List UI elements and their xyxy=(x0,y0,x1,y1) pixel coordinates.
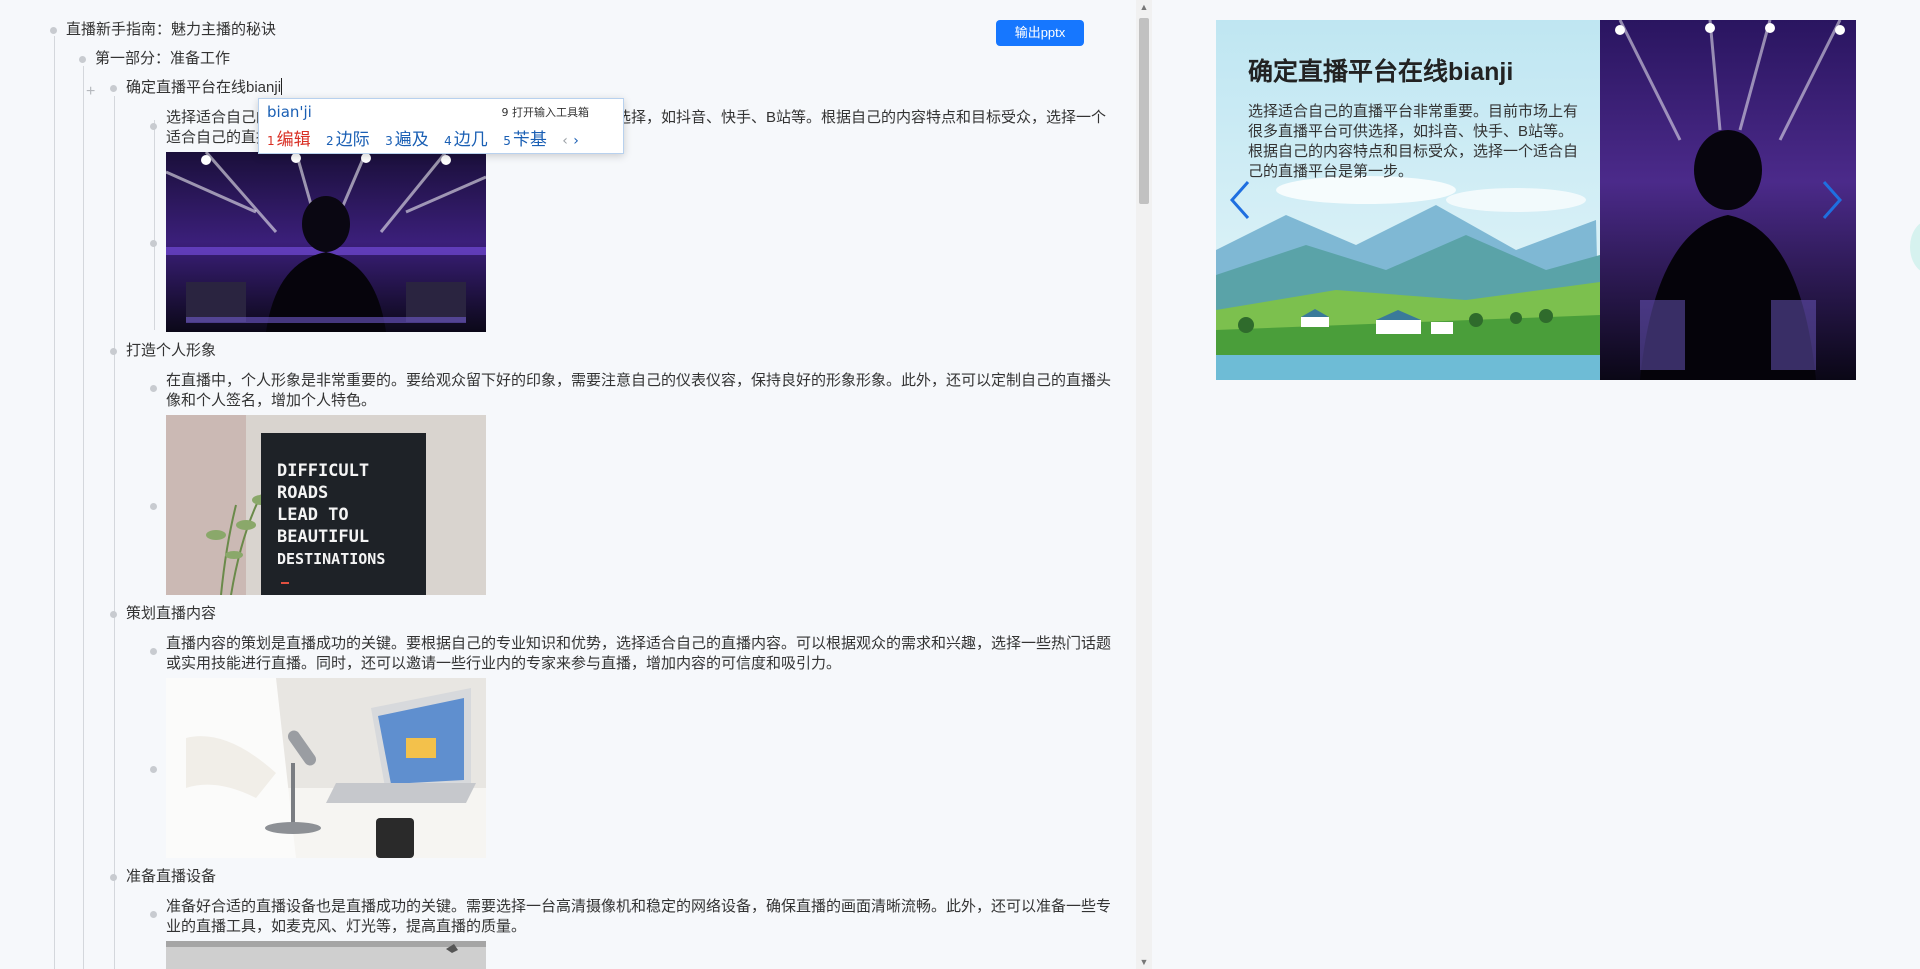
ime-candidate[interactable]: 4 边几 xyxy=(444,130,488,150)
letterboard-line: DIFFICULT xyxy=(277,461,369,481)
ime-candidate-list: 1 编辑 2 边际 3 遍及 4 边几 5 苄基 ‹ › xyxy=(267,125,579,150)
node-bullet[interactable] xyxy=(79,56,86,63)
node-bullet[interactable] xyxy=(110,611,117,618)
slide-preview[interactable]: 确定直播平台在线bianji 选择适合自己的直播平台非常重要。目前市场上有很多直… xyxy=(1216,20,1856,380)
slide-title: 确定直播平台在线bianji xyxy=(1248,58,1514,86)
node-paragraph[interactable]: 在直播中，个人形象是非常重要的。要给观众留下好的印象，需要注意自己的仪表仪容，保… xyxy=(166,371,1111,411)
node-bullet[interactable] xyxy=(110,348,117,355)
equipment-image[interactable] xyxy=(166,941,486,969)
node-title[interactable]: 打造个人形象 xyxy=(126,341,216,361)
scroll-down-icon[interactable]: ▼ xyxy=(1136,957,1152,967)
letterboard-line: LEAD TO xyxy=(277,505,349,525)
node-bullet[interactable] xyxy=(150,385,157,392)
ime-toolbox-option[interactable]: 9 打开输入工具箱 xyxy=(502,104,590,120)
scrollbar-thumb[interactable] xyxy=(1139,18,1149,204)
letterboard-line: DESTINATIONS xyxy=(277,550,385,568)
ime-candidate[interactable]: 5 苄基 xyxy=(503,130,547,150)
text-caret xyxy=(281,78,283,95)
node-bullet[interactable] xyxy=(150,911,157,918)
floating-assistant-icon[interactable] xyxy=(1910,220,1920,274)
letterboard-line: BEAUTIFUL xyxy=(277,527,369,547)
root-node-title[interactable]: 直播新手指南：魅力主播的秘诀 xyxy=(66,20,276,40)
letterboard-line: ROADS xyxy=(277,483,328,503)
node-bullet[interactable] xyxy=(50,27,57,34)
node-paragraph[interactable]: 直播内容的策划是直播成功的关键。要根据自己的专业知识和优势，选择适合自己的直播内… xyxy=(166,634,1111,674)
slide-prev-arrow-icon[interactable] xyxy=(1220,180,1260,220)
node-title[interactable]: 策划直播内容 xyxy=(126,604,216,624)
node-title-text[interactable]: 确定直播平台在线bianji xyxy=(126,79,281,96)
ime-candidate[interactable]: 2 边际 xyxy=(326,130,370,150)
letterboard-image[interactable]: DIFFICULT ROADS LEAD TO BEAUTIFUL DESTIN… xyxy=(166,415,486,595)
ime-candidate-popup[interactable]: bian'ji 9 打开输入工具箱 1 编辑 2 边际 3 遍及 4 边几 5 苄基 ‹ … xyxy=(258,98,624,154)
scroll-up-icon[interactable]: ▲ xyxy=(1136,2,1152,12)
tree-guide-line xyxy=(154,120,155,330)
ime-pinyin-input: bian'ji xyxy=(267,103,312,121)
slide-next-arrow-icon[interactable] xyxy=(1812,180,1852,220)
outline-editor[interactable]: 直播新手指南：魅力主播的秘诀 第一部分：准备工作 + 确定直播平台在线bianj… xyxy=(0,0,1135,969)
slide-body-text: 选择适合自己的直播平台非常重要。目前市场上有很多直播平台可供选择，如抖音、快手、… xyxy=(1248,103,1579,180)
laptop-microphone-image[interactable] xyxy=(166,678,486,858)
node-title-editing[interactable]: 确定直播平台在线bianji xyxy=(126,78,283,98)
export-pptx-button[interactable]: 输出pptx xyxy=(996,20,1084,46)
outline-scrollbar[interactable]: ▲ ▼ xyxy=(1136,0,1152,969)
node-bullet[interactable] xyxy=(150,766,157,773)
section-node-title[interactable]: 第一部分：准备工作 xyxy=(95,49,230,69)
add-node-icon[interactable]: + xyxy=(86,84,95,100)
ime-candidate[interactable]: 3 遍及 xyxy=(385,130,429,150)
concert-stage-image[interactable] xyxy=(166,152,486,332)
node-bullet[interactable] xyxy=(150,240,157,247)
tree-guide-line xyxy=(54,36,55,969)
node-bullet[interactable] xyxy=(110,85,117,92)
ime-candidate[interactable]: 1 编辑 xyxy=(267,130,311,150)
node-bullet[interactable] xyxy=(150,123,157,130)
node-title[interactable]: 准备直播设备 xyxy=(126,867,216,887)
tree-guide-line xyxy=(114,96,115,969)
node-bullet[interactable] xyxy=(110,874,117,881)
slide-preview-pane: 确定直播平台在线bianji 选择适合自己的直播平台非常重要。目前市场上有很多直… xyxy=(1152,0,1920,969)
ime-next-page-icon[interactable]: › xyxy=(573,133,579,149)
node-bullet[interactable] xyxy=(150,503,157,510)
tree-guide-line xyxy=(83,66,84,969)
node-bullet[interactable] xyxy=(150,648,157,655)
node-paragraph[interactable]: 准备好合适的直播设备也是直播成功的关键。需要选择一台高清摄像机和稳定的网络设备，… xyxy=(166,897,1111,937)
ime-prev-page-icon[interactable]: ‹ xyxy=(562,133,568,149)
